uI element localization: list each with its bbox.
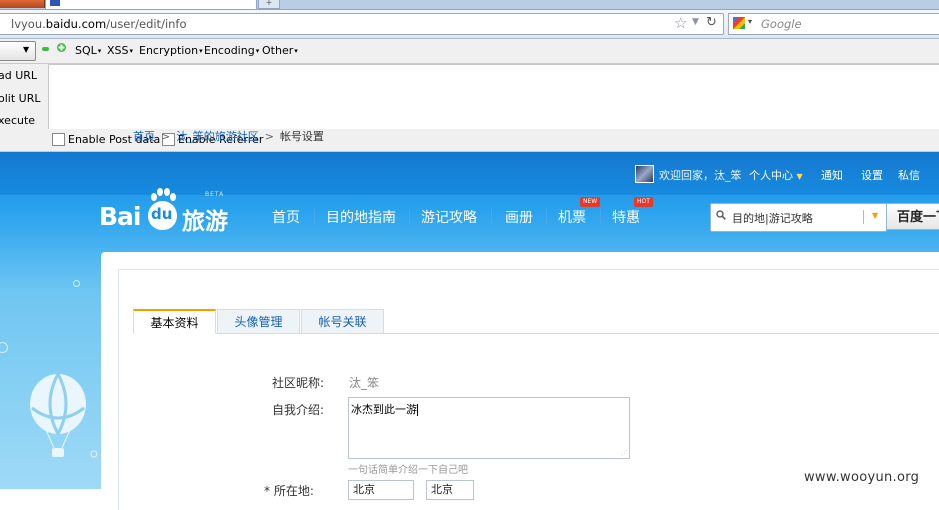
nav-destinations[interactable]: 目的地指南 bbox=[326, 207, 396, 227]
nav-albums[interactable]: 画册 bbox=[505, 207, 533, 227]
wooyun-watermark: www.wooyun.org bbox=[804, 470, 920, 485]
history-dropdown-icon[interactable]: ▼ bbox=[692, 17, 699, 27]
nav-travel-notes[interactable]: 游记攻略 bbox=[421, 207, 477, 227]
reload-icon[interactable]: ↻ bbox=[706, 15, 717, 30]
site-search-placeholder: 目的地|游记攻略 bbox=[732, 212, 813, 225]
tab-favicon-icon bbox=[50, 0, 60, 6]
breadcrumb-current: 帐号设置 bbox=[279, 130, 324, 143]
logo-du-badge: du bbox=[148, 201, 177, 230]
hot-badge: HOT bbox=[634, 197, 653, 207]
notify-link[interactable]: 通知 bbox=[821, 167, 843, 183]
hackbar-url-textarea[interactable] bbox=[48, 64, 939, 129]
nickname-label: 社区昵称: bbox=[272, 376, 325, 390]
logo-du-text: du bbox=[151, 205, 173, 223]
nav-divider bbox=[491, 209, 492, 225]
logo-product-name: 旅游 bbox=[182, 209, 228, 235]
intro-label: 自我介绍: bbox=[272, 403, 325, 417]
intro-text-value: 冰杰到此一游 bbox=[351, 403, 418, 416]
hackbar-menu-encryption[interactable]: Encryption▾ bbox=[139, 44, 203, 57]
tab-avatar-management[interactable]: 头像管理 bbox=[217, 309, 300, 334]
settings-link[interactable]: 设置 bbox=[861, 167, 883, 183]
hackbar-toolbar: ▼ SQL▾ XSS▾ Encryption▾ Encoding▾ Other▾ bbox=[0, 39, 939, 64]
province-select[interactable]: 北京 bbox=[348, 480, 414, 500]
username-link[interactable]: 汰_笨 bbox=[714, 169, 742, 182]
enable-post-data-checkbox[interactable] bbox=[52, 133, 65, 146]
increase-icon[interactable] bbox=[57, 43, 66, 52]
bubble-decoration bbox=[0, 342, 8, 353]
baidu-lvyou-logo[interactable]: Bai du BETA 旅游 bbox=[99, 188, 234, 236]
breadcrumb-home-link[interactable]: 首页 bbox=[133, 130, 155, 143]
beta-label: BETA bbox=[205, 191, 225, 198]
nav-divider bbox=[600, 209, 601, 225]
text-caret bbox=[417, 404, 418, 416]
search-divider bbox=[863, 210, 864, 224]
search-scope-dropdown-icon[interactable]: ▼ bbox=[872, 211, 878, 220]
breadcrumb-separator: > bbox=[161, 130, 171, 143]
new-tab-button[interactable]: + bbox=[258, 0, 280, 9]
welcome-text: 欢迎回家，汰_笨 bbox=[659, 169, 742, 182]
intro-textarea[interactable]: 冰杰到此一游 ⋰ bbox=[348, 397, 630, 459]
personal-center-menu[interactable]: 个人中心 ▼ bbox=[749, 167, 803, 183]
split-url-button[interactable]: olit URL bbox=[0, 92, 40, 105]
load-url-button[interactable]: ad URL bbox=[0, 69, 37, 82]
hackbar-load-select[interactable]: ▼ bbox=[0, 41, 36, 61]
bubble-decoration bbox=[73, 280, 80, 287]
browser-tab-active[interactable] bbox=[45, 0, 257, 10]
hackbar-menu-other[interactable]: Other▾ bbox=[262, 44, 298, 57]
breadcrumb: 首页 > 汰_笨的旅游社区 > 帐号设置 bbox=[133, 128, 324, 144]
browser-search-placeholder: Google bbox=[761, 17, 802, 31]
chevron-down-icon: ▼ bbox=[796, 172, 803, 181]
bookmark-star-icon[interactable]: ☆ bbox=[674, 14, 687, 32]
google-engine-icon[interactable] bbox=[733, 17, 745, 29]
hackbar-menu-xss[interactable]: XSS▾ bbox=[107, 44, 133, 57]
chevron-down-icon: ▼ bbox=[23, 45, 30, 54]
user-avatar[interactable] bbox=[635, 165, 654, 183]
breadcrumb-separator: > bbox=[264, 130, 274, 143]
engine-dropdown-icon[interactable]: ▾ bbox=[748, 17, 752, 26]
nav-home[interactable]: 首页 bbox=[272, 207, 300, 227]
execute-button[interactable]: xecute bbox=[0, 114, 35, 127]
tab-account-linking[interactable]: 帐号关联 bbox=[301, 309, 384, 334]
site-search-input[interactable]: 目的地|游记攻略 ▼ bbox=[710, 203, 887, 232]
paw-icon bbox=[151, 188, 176, 201]
baidu-search-button[interactable]: 百度一下 bbox=[886, 203, 939, 230]
messages-link[interactable]: 私信 bbox=[898, 167, 920, 183]
nav-flights[interactable]: 机票 bbox=[558, 207, 586, 227]
hackbar-menu-encoding[interactable]: Encoding▾ bbox=[204, 44, 259, 57]
decrease-icon[interactable] bbox=[42, 47, 49, 51]
nav-deals[interactable]: 特惠 bbox=[612, 207, 640, 227]
logo-bai-text: Bai bbox=[99, 202, 141, 231]
intro-hint-text: 一句话简单介绍一下自己吧 bbox=[348, 465, 468, 476]
new-badge: NEW bbox=[580, 197, 601, 207]
nav-divider bbox=[546, 209, 547, 225]
city-select[interactable]: 北京 bbox=[426, 480, 474, 500]
browser-search-box[interactable]: ▾ Google bbox=[728, 13, 939, 35]
nav-divider bbox=[314, 209, 315, 225]
address-bar[interactable]: lvyou.baidu.com/user/edit/info ☆ ▼ ↻ bbox=[0, 13, 724, 35]
breadcrumb-community-link[interactable]: 汰_笨的旅游社区 bbox=[176, 130, 259, 143]
hot-air-balloon-illustration bbox=[30, 373, 98, 458]
nav-divider bbox=[409, 209, 410, 225]
tab-basic-info[interactable]: 基本资料 bbox=[133, 309, 216, 334]
resize-grip-icon[interactable]: ⋰ bbox=[621, 450, 628, 457]
region-label: * 所在地: bbox=[264, 484, 314, 498]
search-icon bbox=[716, 210, 726, 220]
address-text: lvyou.baidu.com/user/edit/info bbox=[11, 17, 187, 31]
hackbar-menu-sql[interactable]: SQL▾ bbox=[75, 44, 101, 57]
browser-tab-previous[interactable] bbox=[0, 0, 45, 8]
hackbar-side-panel: ad URL olit URL xecute bbox=[0, 64, 48, 129]
nickname-value: 汰_笨 bbox=[349, 376, 380, 390]
